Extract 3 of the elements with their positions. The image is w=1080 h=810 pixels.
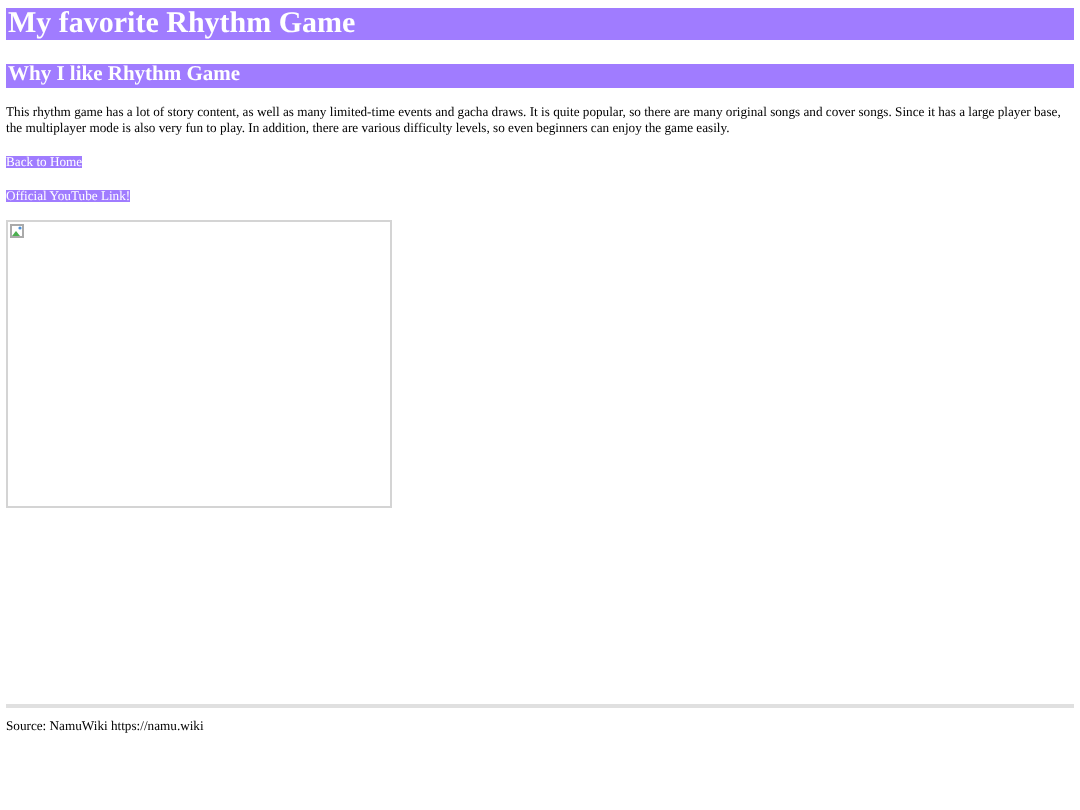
page-title: My favorite Rhythm Game xyxy=(6,8,1074,40)
section-heading: Why I like Rhythm Game xyxy=(6,64,1074,88)
broken-image-icon xyxy=(10,224,24,238)
